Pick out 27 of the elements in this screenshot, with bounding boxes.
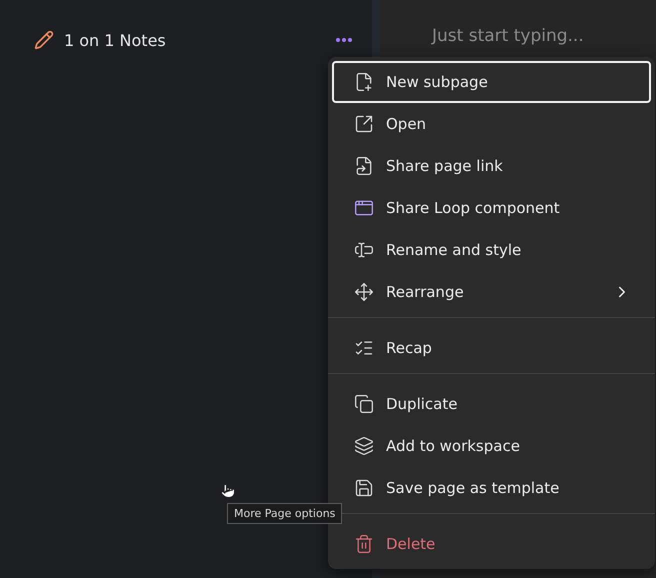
copy-icon <box>354 394 374 414</box>
move-icon <box>354 282 374 302</box>
external-link-icon <box>354 114 374 134</box>
menu-item[interactable]: Recap <box>332 327 651 369</box>
tooltip: More Page options <box>227 503 342 524</box>
file-link-icon <box>354 156 374 176</box>
hand-cursor-icon <box>220 483 236 499</box>
save-icon <box>354 478 374 498</box>
layers-icon <box>354 436 374 456</box>
menu-item[interactable]: Share page link <box>332 145 651 187</box>
text-cursor-icon <box>354 240 374 260</box>
file-plus-icon <box>354 72 374 92</box>
menu-item[interactable]: Delete <box>332 523 651 565</box>
window-icon <box>354 198 374 218</box>
menu-item[interactable]: Duplicate <box>332 383 651 425</box>
menu-item[interactable]: Open <box>332 103 651 145</box>
menu-item[interactable]: New subpage <box>332 61 651 103</box>
page-title: 1 on 1 Notes <box>64 30 167 50</box>
text-input[interactable]: Just start typing... <box>432 26 584 46</box>
delete-icon <box>354 534 374 554</box>
menu-item[interactable]: Rename and style <box>332 229 651 271</box>
menu-item[interactable]: Rearrange <box>332 271 651 313</box>
more-icon <box>336 38 352 42</box>
more-options-button[interactable] <box>336 38 352 42</box>
menu-item[interactable]: Add to workspace <box>332 425 651 467</box>
menu-item[interactable]: Share Loop component <box>332 187 651 229</box>
pencil-icon <box>34 30 54 50</box>
